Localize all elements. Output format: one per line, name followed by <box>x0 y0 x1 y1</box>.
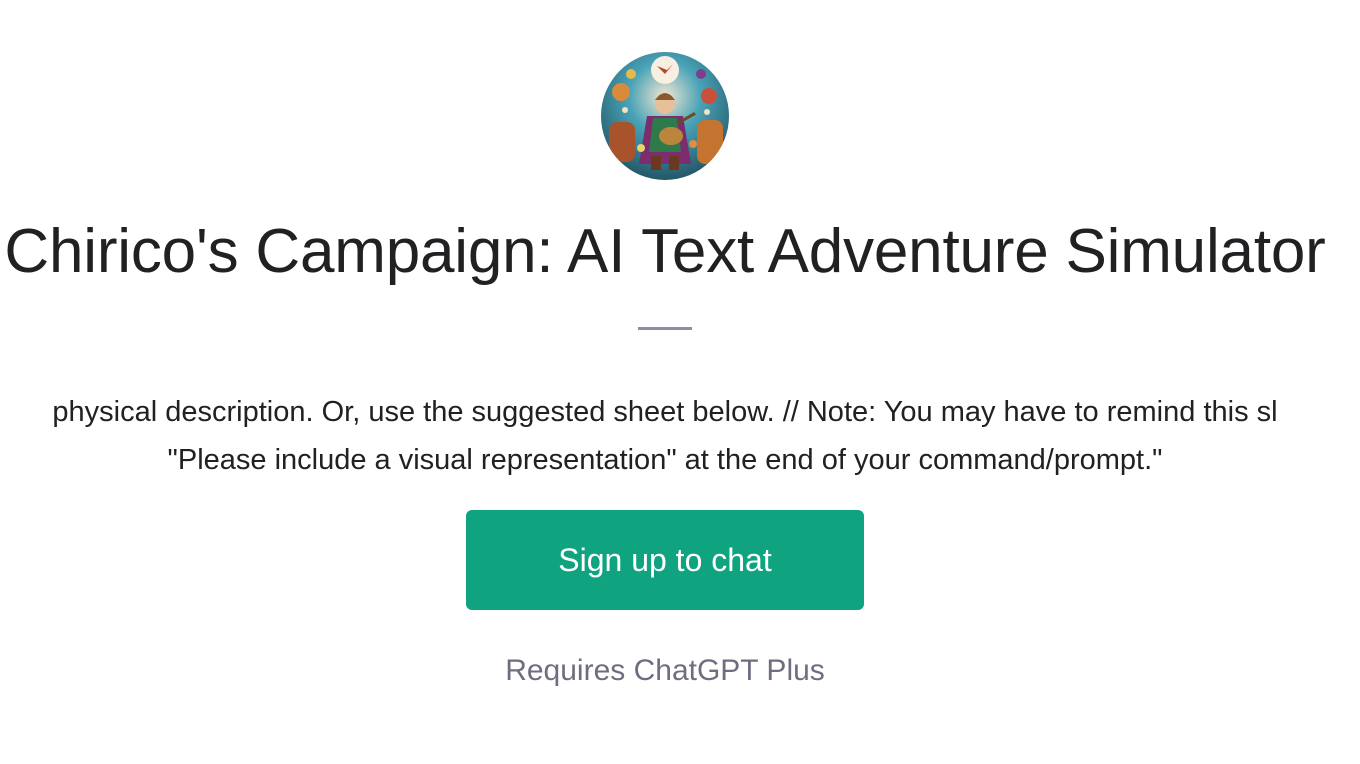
sign-up-to-chat-button[interactable]: Sign up to chat <box>466 510 864 610</box>
gpt-avatar-image <box>601 52 729 180</box>
requires-plus-note: Requires ChatGPT Plus <box>505 654 825 687</box>
title-divider <box>638 327 692 330</box>
description-line: "Please include a visual representation"… <box>167 444 1163 476</box>
gpt-description: physical description. Or, use the sugges… <box>52 388 1277 484</box>
description-line: physical description. Or, use the sugges… <box>52 396 1278 428</box>
gpt-landing-page: Chirico's Campaign: AI Text Adventure Si… <box>0 0 1360 764</box>
gpt-title: Chirico's Campaign: AI Text Adventure Si… <box>4 217 1326 286</box>
